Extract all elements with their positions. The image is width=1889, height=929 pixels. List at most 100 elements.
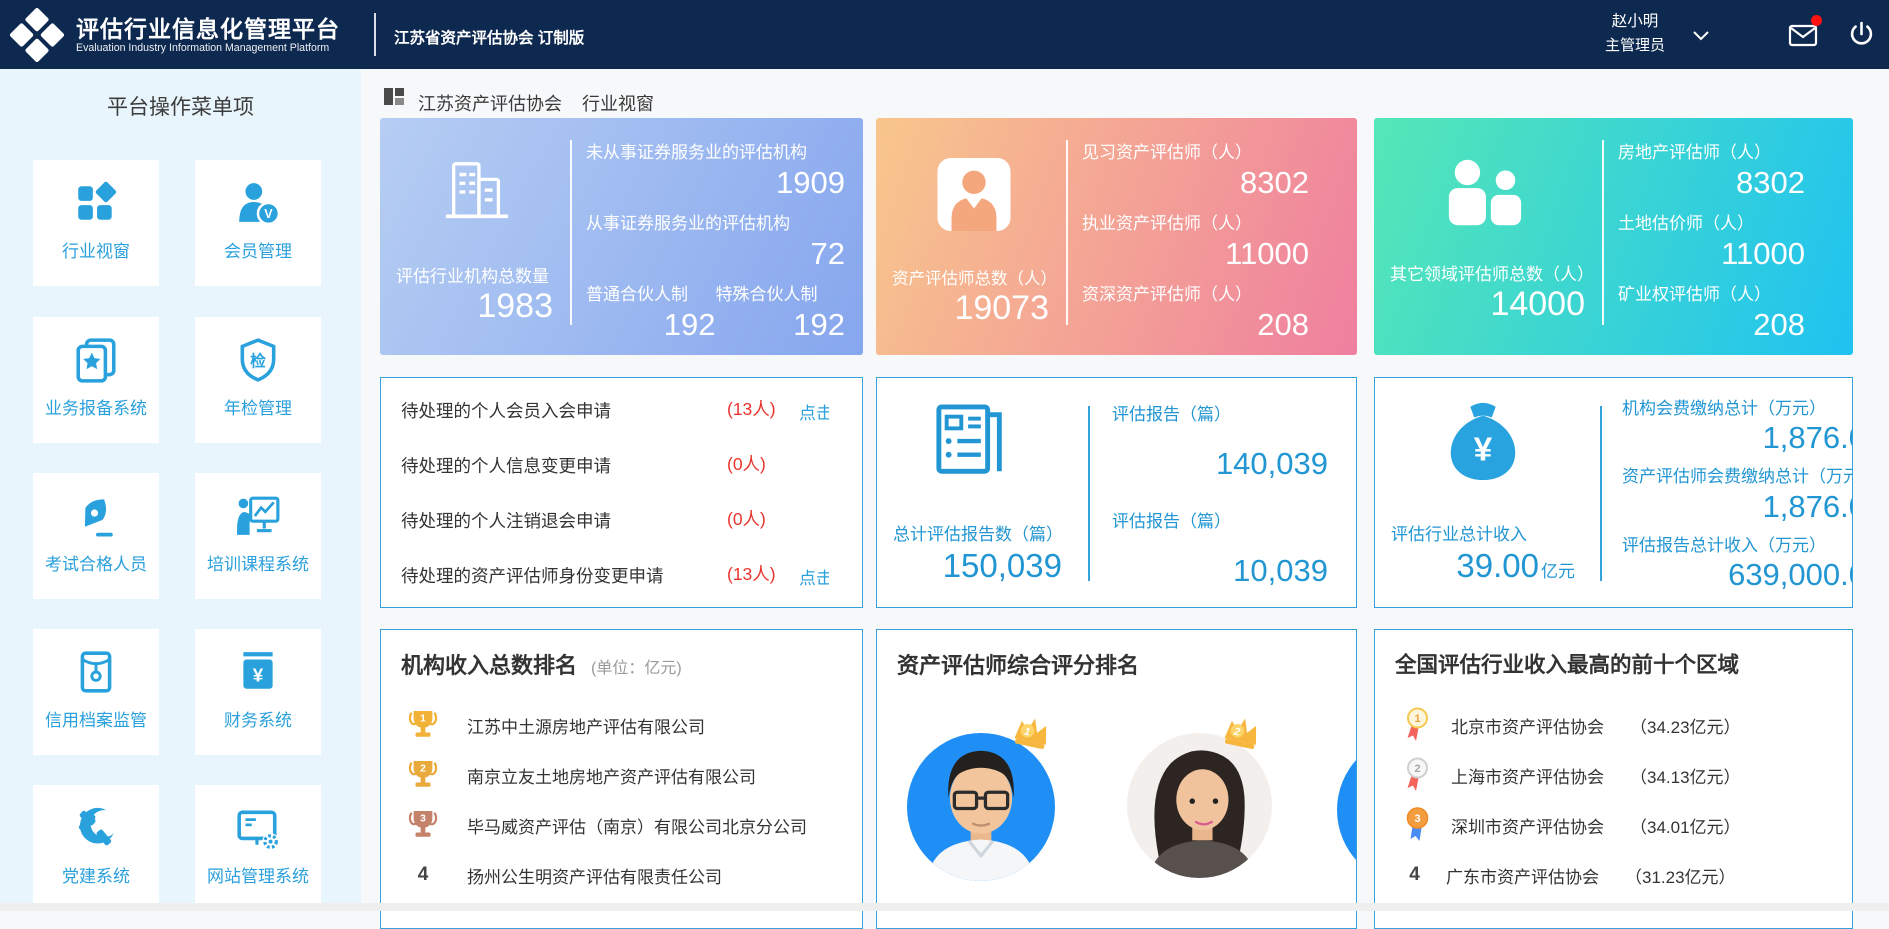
svg-text:¥: ¥	[253, 664, 264, 685]
medal-gold-icon: 1	[1404, 706, 1431, 744]
stat-main-label: 评估行业机构总数量	[396, 262, 555, 287]
stat-item-value: 1909	[586, 167, 845, 199]
other-appraiser-stats-card: 其它领域评估师总数（人） 14000 房地产评估师（人） 8302 土地估价师（…	[1374, 118, 1853, 355]
user-menu[interactable]: 赵小明 主管理员	[1580, 10, 1690, 58]
stat-item-value: 208	[1082, 309, 1309, 341]
finance-yuan-icon: ¥	[235, 649, 281, 695]
rank2-appraiser-avatar	[1127, 733, 1272, 878]
trophy-bronze-icon: 3	[408, 808, 438, 842]
sidebar-item-party-building[interactable]: 党建系统	[33, 785, 159, 911]
breadcrumb: 江苏资产评估协会行业视窗	[418, 90, 674, 116]
bottom-scrollbar-track[interactable]	[0, 903, 1889, 911]
stat-main-label: 评估行业总计收入	[1389, 520, 1575, 545]
svg-text:3: 3	[1414, 813, 1420, 825]
pending-click-link[interactable]: 点击	[799, 399, 829, 424]
pending-label: 待处理的个人信息变更申请	[401, 453, 611, 478]
sidebar-item-finance[interactable]: ¥ 财务系统	[195, 629, 321, 755]
stat-item-value: 72	[586, 238, 845, 270]
user-name: 赵小明	[1580, 10, 1690, 34]
stat-main-unit: 亿元	[1541, 562, 1575, 581]
sidebar-item-annual-check[interactable]: 检 年检管理	[195, 317, 321, 443]
sidebar-item-training-courses[interactable]: 培训课程系统	[195, 473, 321, 599]
svg-text:2: 2	[1414, 763, 1420, 775]
industry-income-card: ¥ 评估行业总计收入 39.00亿元 机构会费缴纳总计（万元） 1,876.0 …	[1374, 377, 1853, 608]
card-divider	[1602, 140, 1604, 325]
ranking-title: 资产评估师综合评分排名	[897, 648, 1139, 680]
ranking-unit: (单位：亿元)	[591, 660, 682, 677]
stat-item-label: 资深资产评估师（人）	[1082, 280, 1309, 300]
newspaper-icon	[933, 402, 1013, 484]
org-income-ranking-card: 机构收入总数排名(单位：亿元) 1 江苏中土源房地产评估有限公司 2 南京立友土…	[380, 629, 863, 929]
ranking-value: （34.13亿元）	[1630, 763, 1741, 788]
stat-item-value: 1,876.0	[1622, 491, 1853, 523]
member-badge-icon: V	[235, 180, 281, 226]
stat-item-value: 11000	[1618, 238, 1805, 270]
sidebar: 平台操作菜单项 行业视窗 V 会员管理 业务报备系统 检 年	[0, 69, 361, 911]
stat-item-value: 10,039	[1112, 555, 1328, 587]
stat-main-value: 150,039	[943, 547, 1062, 584]
sidebar-item-member-mgmt[interactable]: V 会员管理	[195, 160, 321, 286]
stat-item-value: 8302	[1618, 167, 1805, 199]
stat-item-label: 房地产评估师（人）	[1618, 138, 1805, 158]
ranking-number: 4	[407, 864, 439, 886]
ranking-value: （34.23亿元）	[1630, 713, 1741, 738]
money-bag-icon: ¥	[1441, 396, 1525, 484]
party-emblem-icon	[73, 805, 119, 851]
sidebar-item-credit-archive[interactable]: 信用档案监管	[33, 629, 159, 755]
pending-row: 待处理的个人注销退会申请 (0人)	[381, 508, 862, 534]
stat-main-value: 19073	[892, 291, 1051, 325]
top-navbar: 评估行业信息化管理平台 Evaluation Industry Informat…	[0, 0, 1889, 69]
report-cards-icon	[73, 337, 119, 383]
org-total-stats-card: 评估行业机构总数量 1983 未从事证券服务业的评估机构 1909 从事证券服务…	[380, 118, 863, 355]
ranking-company: 扬州公生明资产评估有限责任公司	[467, 863, 722, 888]
ranking-region: 上海市资产评估协会	[1451, 763, 1604, 788]
sidebar-item-exam-passed[interactable]: 考试合格人员	[33, 473, 159, 599]
stat-item-value: 208	[1618, 309, 1805, 341]
training-board-icon	[235, 493, 281, 539]
appraiser-person-icon	[936, 158, 1012, 231]
stat-item-label: 评估报告（篇）	[1112, 400, 1328, 420]
pending-count: (0人)	[727, 506, 766, 531]
pending-applications-card: 待处理的个人会员入会申请 (13人) 点击 待处理的个人信息变更申请 (0人) …	[380, 377, 863, 608]
stat-pair-value: 192	[716, 309, 846, 341]
sidebar-item-label: 财务系统	[224, 706, 292, 731]
mail-icon[interactable]	[1788, 23, 1818, 48]
card-divider	[1088, 406, 1090, 581]
ranking-row: 4 扬州公生明资产评估有限责任公司	[407, 854, 852, 896]
pending-label: 待处理的个人注销退会申请	[401, 508, 611, 533]
platform-title: 评估行业信息化管理平台	[76, 10, 340, 44]
power-logout-icon[interactable]	[1848, 21, 1875, 48]
ranking-row: 2 南京立友土地房地产资产评估有限公司	[407, 754, 852, 796]
sidebar-item-label: 网站管理系统	[207, 862, 309, 887]
sidebar-item-label: 信用档案监管	[45, 706, 147, 731]
org-edition-label: 江苏省资产评估协会 订制版	[394, 26, 584, 48]
card-divider	[1600, 406, 1602, 581]
stat-item-label: 资产评估师会费缴纳总计（万元）	[1622, 462, 1852, 482]
medal-silver-icon: 2	[1404, 756, 1431, 794]
stat-item-label: 土地估价师（人）	[1618, 209, 1805, 229]
rank1-crown-icon: 1	[1011, 714, 1053, 752]
pending-label: 待处理的个人会员入会申请	[401, 398, 611, 423]
sidebar-item-label: 考试合格人员	[45, 550, 147, 575]
breadcrumb-org: 江苏资产评估协会	[418, 94, 562, 114]
stat-item-value: 140,039	[1112, 448, 1328, 480]
sidebar-item-industry-view[interactable]: 行业视窗	[33, 160, 159, 286]
pen-nib-icon	[73, 493, 119, 539]
stat-main-label: 资产评估师总数（人）	[892, 265, 1051, 289]
rank2-crown-icon: 2	[1221, 714, 1263, 752]
chevron-down-icon[interactable]	[1692, 30, 1710, 41]
stat-item-label: 矿业权评估师（人）	[1618, 280, 1805, 300]
region-income-ranking-card: 全国评估行业收入最高的前十个区域 1 北京市资产评估协会 （34.23亿元） 2…	[1374, 629, 1853, 929]
svg-text:1: 1	[1414, 713, 1420, 725]
sidebar-item-business-filing[interactable]: 业务报备系统	[33, 317, 159, 443]
sidebar-item-label: 会员管理	[224, 237, 292, 262]
platform-subtitle: Evaluation Industry Information Manageme…	[76, 42, 329, 54]
card-divider	[570, 140, 572, 325]
stat-item-label: 评估报告总计收入（万元）	[1622, 531, 1852, 551]
ranking-value: （34.01亿元）	[1630, 813, 1741, 838]
shield-check-icon: 检	[235, 337, 281, 383]
pending-click-link[interactable]: 点击	[799, 564, 829, 589]
reports-total-card: 总计评估报告数（篇） 150,039 评估报告（篇） 140,039 评估报告（…	[876, 377, 1357, 608]
sidebar-item-website-mgmt[interactable]: 网站管理系统	[195, 785, 321, 911]
user-role: 主管理员	[1580, 34, 1690, 58]
